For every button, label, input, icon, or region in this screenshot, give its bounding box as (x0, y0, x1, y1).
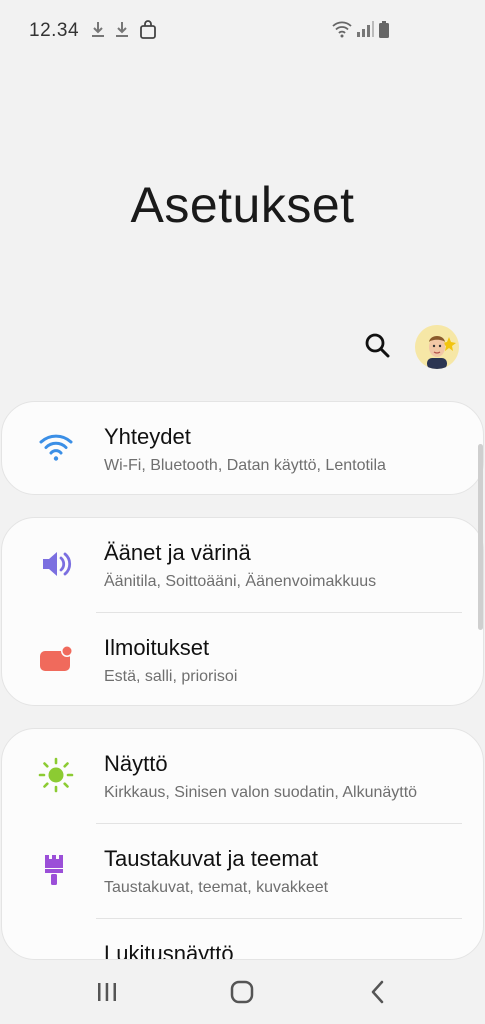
item-title: Lukitusnäyttö (104, 941, 234, 960)
item-subtitle: Estä, salli, priorisoi (104, 668, 238, 685)
item-title: Taustakuvat ja teemat (104, 846, 319, 871)
search-button[interactable] (362, 330, 394, 362)
settings-item-wallpapers-themes[interactable]: Taustakuvat ja teemat Taustakuvat, teema… (2, 824, 483, 919)
item-subtitle: Taustakuvat, teemat, kuvakkeet (104, 879, 329, 896)
notification-icon (40, 645, 73, 671)
download-icon (92, 22, 104, 37)
home-button[interactable] (222, 974, 262, 1010)
page-title: Asetukset (130, 177, 355, 233)
wifi-icon (39, 434, 73, 461)
settings-item-lock-screen[interactable]: Lukitusnäyttö (2, 919, 483, 960)
recent-apps-icon (98, 983, 116, 1001)
scrollbar[interactable] (478, 444, 483, 630)
battery-icon (379, 21, 389, 38)
profile-avatar[interactable] (415, 325, 459, 369)
status-bar: 12.34 (0, 0, 485, 60)
item-title: Näyttö (104, 751, 168, 776)
settings-item-connections[interactable]: Yhteydet Wi-Fi, Bluetooth, Datan käyttö,… (2, 402, 483, 494)
settings-group-sound-notifications: Äänet ja värinä Äänitila, Soittoääni, Ää… (1, 517, 484, 706)
search-icon (365, 333, 390, 358)
paintbrush-icon (45, 855, 63, 885)
settings-item-sounds[interactable]: Äänet ja värinä Äänitila, Soittoääni, Ää… (2, 518, 483, 613)
signal-icon (357, 21, 374, 37)
item-subtitle: Wi-Fi, Bluetooth, Datan käyttö, Lentotil… (104, 457, 386, 474)
avatar-icon (415, 325, 459, 369)
back-icon (371, 980, 384, 1004)
settings-item-notifications[interactable]: Ilmoitukset Estä, salli, priorisoi (2, 613, 483, 705)
settings-group-connections: Yhteydet Wi-Fi, Bluetooth, Datan käyttö,… (1, 401, 484, 495)
item-title: Yhteydet (104, 424, 191, 449)
item-subtitle: Kirkkaus, Sinisen valon suodatin, Alkunä… (104, 784, 418, 801)
item-title: Ilmoitukset (104, 635, 210, 660)
navigation-bar (0, 960, 485, 1024)
download-icon (116, 22, 128, 37)
item-subtitle: Äänitila, Soittoääni, Äänenvoimakkuus (104, 573, 377, 590)
back-button[interactable] (358, 974, 398, 1010)
speaker-icon (43, 552, 72, 576)
brightness-icon (38, 757, 74, 793)
item-title: Äänet ja värinä (104, 540, 251, 565)
status-time: 12.34 (29, 20, 80, 41)
recent-apps-button[interactable] (87, 974, 127, 1010)
wifi-icon (332, 21, 352, 38)
home-icon (230, 980, 254, 1004)
settings-group-display: Näyttö Kirkkaus, Sinisen valon suodatin,… (1, 728, 484, 960)
shopping-bag-icon (140, 20, 156, 39)
settings-item-display[interactable]: Näyttö Kirkkaus, Sinisen valon suodatin,… (2, 729, 483, 824)
